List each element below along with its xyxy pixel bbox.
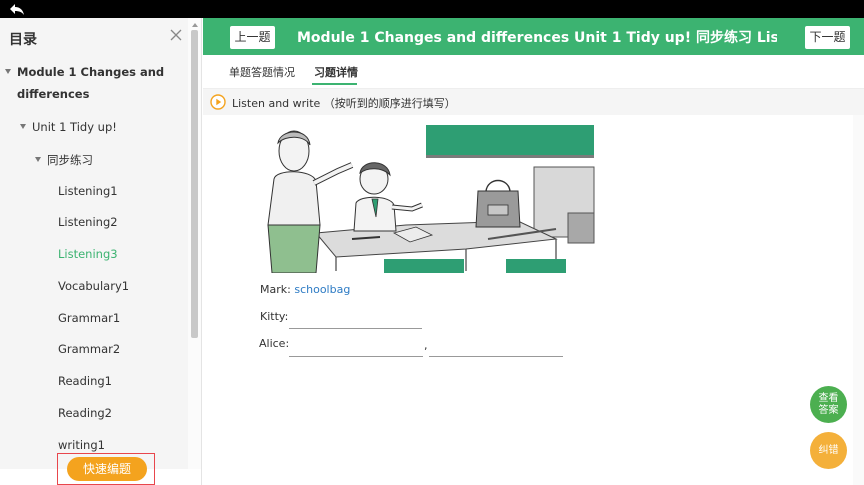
tree-item-module1[interactable]: Module 1 Changes and differences <box>5 61 164 105</box>
tree-item-sync-practice[interactable]: 同步练习 <box>35 152 93 168</box>
tree-item-label: differences <box>17 87 90 101</box>
mark-line: Mark: schoolbag <box>260 283 350 296</box>
view-answer-button[interactable]: 查看 答案 <box>810 386 847 423</box>
tab-bar: 单题答题情况 习题详情 <box>203 55 864 89</box>
chevron-down-icon <box>35 157 41 162</box>
alice-answer-blank-1[interactable] <box>289 356 423 357</box>
chevron-down-icon <box>5 69 11 74</box>
tree-item-reading2[interactable]: Reading2 <box>58 406 112 420</box>
alice-answer-blank-2[interactable] <box>429 356 563 357</box>
kitty-answer-blank[interactable] <box>289 328 422 329</box>
tree-item-reading1[interactable]: Reading1 <box>58 374 112 388</box>
mark-answer: schoolbag <box>294 283 351 296</box>
alice-label: Alice: <box>259 337 290 350</box>
catalog-sidebar: 目录 Module 1 Changes and differences Unit… <box>0 18 202 485</box>
sidebar-header: 目录 <box>0 18 188 54</box>
back-icon[interactable] <box>9 2 25 16</box>
report-error-button[interactable]: 纠错 <box>810 432 847 469</box>
next-question-button[interactable]: 下一题 <box>805 26 850 49</box>
tab-answer-status[interactable]: 单题答题情况 <box>229 64 295 80</box>
chevron-down-icon <box>20 124 26 129</box>
tree-item-unit1[interactable]: Unit 1 Tidy up! <box>20 120 117 134</box>
tree-item-label: 同步练习 <box>47 153 93 167</box>
scroll-up-arrow-icon[interactable] <box>192 23 198 27</box>
tree-item-grammar1[interactable]: Grammar1 <box>58 311 120 325</box>
classroom-illustration <box>256 121 596 273</box>
sidebar-scrollbar[interactable] <box>188 18 201 469</box>
question-instruction: Listen and write （按听到的顺序进行填写） <box>232 97 456 110</box>
close-icon[interactable] <box>168 27 184 43</box>
prev-question-button[interactable]: 上一题 <box>230 26 275 49</box>
title-bar <box>0 0 864 18</box>
scroll-thumb[interactable] <box>191 30 198 338</box>
exercise-content: Mark: schoolbag Kitty: Alice: , <box>203 115 853 485</box>
active-tab-indicator <box>312 83 357 85</box>
kitty-label: Kitty: <box>260 310 289 323</box>
tree-item-writing1[interactable]: writing1 <box>58 438 105 452</box>
tree-item-label: Module 1 Changes and <box>17 65 165 79</box>
tree-item-vocabulary1[interactable]: Vocabulary1 <box>58 279 129 293</box>
question-instruction-row: Listen and write （按听到的顺序进行填写） <box>203 89 864 115</box>
mark-label: Mark: <box>260 283 291 296</box>
play-audio-icon[interactable] <box>210 94 226 110</box>
tree-item-listening1[interactable]: Listening1 <box>58 184 118 198</box>
question-header: 上一题 Module 1 Changes and differences Uni… <box>203 18 864 55</box>
page-title: Module 1 Changes and differences Unit 1 … <box>297 30 777 46</box>
tree-item-label: Unit 1 Tidy up! <box>32 120 117 134</box>
tree-item-listening2[interactable]: Listening2 <box>58 215 118 229</box>
sidebar-title: 目录 <box>9 32 37 48</box>
comma-separator: , <box>424 339 428 352</box>
tree-item-listening3[interactable]: Listening3 <box>58 247 118 261</box>
content-scrollbar[interactable] <box>853 115 864 485</box>
quick-edit-button[interactable]: 快速编题 <box>67 457 147 481</box>
catalog-tree: Module 1 Changes and differences Unit 1 … <box>0 54 188 469</box>
tab-question-details[interactable]: 习题详情 <box>314 64 358 80</box>
quick-edit-highlight: 快速编题 <box>57 453 155 485</box>
tree-item-grammar2[interactable]: Grammar2 <box>58 342 120 356</box>
